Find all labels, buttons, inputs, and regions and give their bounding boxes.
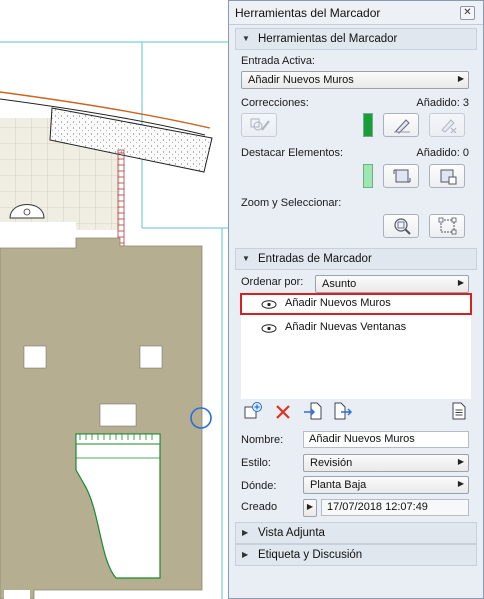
section-title: Entradas de Marcador — [258, 253, 372, 265]
created-label: Creado — [241, 501, 278, 513]
sort-by-dropdown[interactable]: Asunto ▶ — [315, 275, 469, 293]
markup-tools-palette: Herramientas del Marcador ✕ ▼ Herramient… — [228, 0, 484, 599]
created-field: 17/07/2018 12:07:49 — [321, 499, 469, 516]
section-header-label-discussion[interactable]: ▶ Etiqueta y Discusión — [235, 544, 477, 566]
dropdown-arrow-icon: ▶ — [457, 479, 464, 488]
created-expand-button[interactable]: ▶ — [303, 499, 317, 517]
export-icon[interactable] — [333, 401, 353, 421]
select-elements-button[interactable] — [429, 214, 465, 238]
pen-add-icon — [394, 119, 410, 134]
dropdown-arrow-icon: ▶ — [457, 278, 464, 287]
import-icon[interactable] — [303, 401, 323, 421]
markup-entries-body: Ordenar por: Asunto ▶ Añadir Nuevos Muro… — [235, 271, 477, 519]
active-entry-label: Entrada Activa: — [241, 55, 315, 67]
play-arrow-icon: ▶ — [306, 502, 313, 511]
name-label: Nombre: — [241, 434, 284, 446]
list-item[interactable]: Añadir Nuevos Muros — [240, 293, 472, 315]
palette-title: Herramientas del Marcador — [235, 6, 381, 20]
markup-tools-body: Entrada Activa: Añadir Nuevos Muros ▶ Co… — [235, 50, 477, 246]
visibility-eye-icon[interactable] — [261, 324, 277, 333]
style-label: Estilo: — [241, 457, 271, 469]
correction-color-swatch[interactable] — [363, 113, 373, 137]
name-field[interactable]: Añadir Nuevos Muros — [303, 431, 469, 448]
correction-draw-button[interactable] — [241, 113, 277, 137]
delete-icon[interactable] — [273, 402, 293, 422]
where-label: Dónde: — [241, 480, 277, 492]
select-elements-icon — [438, 217, 457, 235]
stair-rail — [117, 149, 125, 247]
expand-triangle-icon: ▶ — [242, 528, 249, 537]
cad-drawing-canvas[interactable] — [0, 0, 230, 599]
section-title: Vista Adjunta — [258, 527, 325, 539]
corrections-count: Añadido: 3 — [416, 97, 469, 109]
section-title: Etiqueta y Discusión — [258, 549, 363, 561]
active-entry-dropdown[interactable]: Añadir Nuevos Muros ▶ — [241, 71, 469, 89]
pen-remove-icon — [441, 119, 457, 134]
dropdown-arrow-icon: ▶ — [457, 74, 464, 83]
dropdown-arrow-icon: ▶ — [457, 457, 464, 466]
zoom-icon — [394, 218, 411, 235]
list-item[interactable]: Añadir Nuevas Ventanas — [241, 318, 471, 338]
section-header-markup-tools[interactable]: ▼ Herramientas del Marcador — [235, 28, 477, 50]
shape-pencil-icon — [250, 118, 270, 131]
highlight-color-swatch[interactable] — [363, 164, 373, 188]
corrections-label: Correcciones: — [241, 97, 309, 109]
remove-correction-button[interactable] — [429, 113, 465, 137]
section-title: Herramientas del Marcador — [258, 33, 398, 45]
highlight-remove-icon — [440, 169, 457, 185]
where-dropdown[interactable]: Planta Baja ▶ — [303, 476, 469, 494]
visibility-eye-icon[interactable] — [261, 300, 277, 309]
sort-by-label: Ordenar por: — [241, 276, 304, 288]
markup-entries-list: Añadir Nuevos Muros Añadir Nuevas Ventan… — [240, 293, 472, 399]
zoom-select-label: Zoom y Seleccionar: — [241, 197, 342, 209]
highlight-count: Añadido: 0 — [416, 147, 469, 159]
collapse-triangle-icon: ▼ — [242, 254, 250, 263]
report-icon[interactable] — [449, 401, 469, 421]
zoom-button[interactable] — [383, 214, 419, 238]
close-button[interactable]: ✕ — [460, 6, 475, 20]
section-header-markup-entries[interactable]: ▼ Entradas de Marcador — [235, 248, 477, 270]
section-header-attached-view[interactable]: ▶ Vista Adjunta — [235, 522, 477, 544]
highlight-add-icon — [393, 169, 411, 183]
expand-triangle-icon: ▶ — [242, 550, 249, 559]
highlight-label: Destacar Elementos: — [241, 147, 344, 159]
style-dropdown[interactable]: Revisión ▶ — [303, 454, 469, 472]
new-entry-icon[interactable] — [243, 401, 263, 421]
remove-highlight-button[interactable] — [429, 164, 465, 188]
add-correction-button[interactable] — [383, 113, 419, 137]
palette-titlebar[interactable]: Herramientas del Marcador ✕ — [229, 1, 483, 25]
collapse-triangle-icon: ▼ — [242, 34, 250, 43]
add-highlight-button[interactable] — [383, 164, 419, 188]
